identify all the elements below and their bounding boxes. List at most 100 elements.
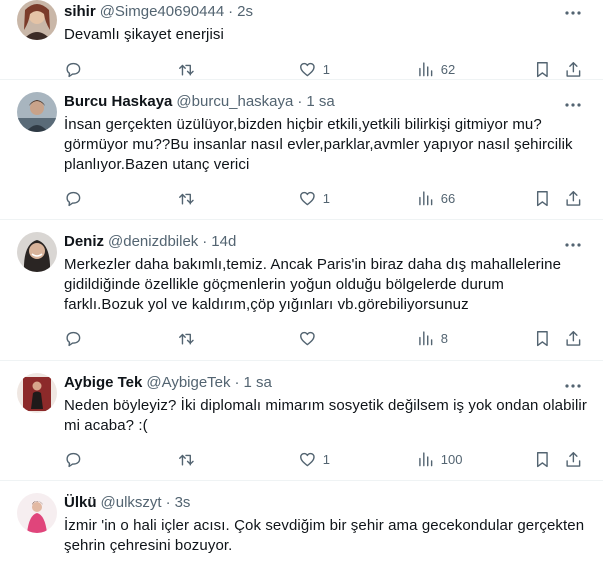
- tweet-actions: 1 100: [64, 449, 587, 469]
- avatar-photo: [17, 92, 57, 132]
- avatar[interactable]: [17, 493, 57, 533]
- like-button[interactable]: 1: [298, 188, 330, 208]
- timestamp[interactable]: 1 sa: [306, 92, 334, 112]
- tweet[interactable]: Deniz @denizdbilek · 14d Merkezler daha …: [0, 220, 603, 361]
- reply-icon: [66, 62, 81, 77]
- tweet-text: İzmir 'in o hali içler acısı. Çok sevdiğ…: [64, 517, 585, 554]
- avatar-photo: [17, 493, 57, 533]
- more-options-icon[interactable]: [563, 235, 583, 255]
- timestamp[interactable]: 2s: [237, 2, 253, 22]
- avatar[interactable]: [17, 0, 57, 40]
- retweet-icon: [179, 64, 194, 76]
- bookmark-button[interactable]: [533, 328, 552, 348]
- heart-icon: [300, 331, 315, 345]
- tweet[interactable]: sihir @Simge40690444 · 2s Devamlı şikaye…: [0, 0, 603, 80]
- retweet-icon: [179, 333, 194, 345]
- bookmark-icon: [536, 451, 548, 467]
- like-count: 1: [322, 61, 330, 77]
- reply-button[interactable]: [64, 188, 83, 208]
- analytics-icon: [419, 62, 433, 76]
- view-count: 8: [440, 330, 448, 346]
- reply-button[interactable]: [64, 59, 83, 79]
- share-icon: [566, 330, 581, 346]
- author-handle[interactable]: @ulkszyt: [101, 493, 162, 513]
- author-name[interactable]: Deniz: [64, 232, 104, 252]
- avatar[interactable]: [17, 92, 57, 132]
- bookmark-icon: [536, 61, 548, 77]
- share-button[interactable]: [564, 328, 583, 348]
- separator-dot: ·: [228, 3, 234, 20]
- more-options-icon[interactable]: [563, 376, 583, 396]
- avatar[interactable]: [17, 232, 57, 272]
- tweet-text: Merkezler daha bakımlı,temiz. Ancak Pari…: [64, 256, 562, 313]
- separator-dot: ·: [297, 93, 303, 110]
- analytics-icon: [419, 331, 433, 345]
- author-name[interactable]: Burcu Haskaya: [64, 92, 172, 112]
- tweet-header: sihir @Simge40690444 · 2s: [64, 2, 587, 22]
- view-count: 62: [440, 61, 456, 77]
- tweet[interactable]: Aybige Tek @AybigeTek · 1 sa Neden böyle…: [0, 361, 603, 481]
- retweet-button[interactable]: [177, 188, 196, 208]
- tweet-actions: 8: [64, 328, 587, 348]
- tweet-header: Deniz @denizdbilek · 14d: [64, 232, 587, 252]
- avatar-photo: [17, 373, 57, 413]
- views-button[interactable]: 100: [416, 449, 462, 469]
- share-button[interactable]: [564, 188, 583, 208]
- reply-button[interactable]: [64, 328, 83, 348]
- heart-icon: [300, 452, 315, 466]
- author-handle[interactable]: @denizdbilek: [108, 232, 198, 252]
- bookmark-button[interactable]: [533, 59, 552, 79]
- reply-button[interactable]: [64, 449, 83, 469]
- retweet-button[interactable]: [177, 59, 196, 79]
- share-icon: [566, 451, 581, 467]
- reply-feed: sihir @Simge40690444 · 2s Devamlı şikaye…: [0, 0, 603, 568]
- author-name[interactable]: Ülkü: [64, 493, 97, 513]
- retweet-button[interactable]: [177, 449, 196, 469]
- share-button[interactable]: [564, 59, 583, 79]
- like-button[interactable]: 1: [298, 59, 330, 79]
- bookmark-button[interactable]: [533, 188, 552, 208]
- views-button[interactable]: 8: [416, 328, 448, 348]
- author-name[interactable]: Aybige Tek: [64, 373, 142, 393]
- like-count: 1: [322, 190, 330, 206]
- tweet[interactable]: Burcu Haskaya @burcu_haskaya · 1 sa İnsa…: [0, 80, 603, 220]
- author-handle[interactable]: @AybigeTek: [146, 373, 230, 393]
- author-handle[interactable]: @burcu_haskaya: [176, 92, 293, 112]
- timestamp[interactable]: 1 sa: [244, 373, 272, 393]
- view-count: 100: [440, 451, 463, 467]
- views-button[interactable]: 66: [416, 188, 455, 208]
- more-options-icon[interactable]: [563, 3, 583, 23]
- share-icon: [566, 61, 581, 77]
- heart-icon: [300, 191, 315, 205]
- avatar[interactable]: [17, 373, 57, 413]
- analytics-icon: [419, 191, 433, 205]
- bookmark-icon: [536, 190, 548, 206]
- share-button[interactable]: [564, 449, 583, 469]
- author-name[interactable]: sihir: [64, 2, 96, 22]
- tweet-text: İnsan gerçekten üzülüyor,bizden hiçbir e…: [64, 116, 573, 173]
- like-button[interactable]: [298, 328, 323, 348]
- share-icon: [566, 190, 581, 206]
- avatar-photo: [17, 0, 57, 40]
- views-button[interactable]: 62: [416, 59, 455, 79]
- separator-dot: ·: [234, 374, 240, 391]
- reply-icon: [66, 191, 81, 206]
- reply-icon: [66, 452, 81, 467]
- analytics-icon: [419, 452, 433, 466]
- tweet-header: Burcu Haskaya @burcu_haskaya · 1 sa: [64, 92, 587, 112]
- tweet[interactable]: Ülkü @ulkszyt · 3s İzmir 'in o hali içle…: [0, 481, 603, 568]
- tweet-header: Aybige Tek @AybigeTek · 1 sa: [64, 373, 587, 393]
- timestamp[interactable]: 14d: [211, 232, 236, 252]
- timestamp[interactable]: 3s: [175, 493, 191, 513]
- separator-dot: ·: [202, 233, 208, 250]
- more-options-icon[interactable]: [563, 95, 583, 115]
- retweet-button[interactable]: [177, 328, 196, 348]
- tweet-text: Neden böyleyiz? İki diplomalı mimarım so…: [64, 397, 587, 434]
- like-button[interactable]: 1: [298, 449, 330, 469]
- author-handle[interactable]: @Simge40690444: [100, 2, 224, 22]
- view-count: 66: [440, 190, 456, 206]
- avatar-photo: [17, 232, 57, 272]
- tweet-header: Ülkü @ulkszyt · 3s: [64, 493, 587, 513]
- reply-icon: [66, 331, 81, 346]
- bookmark-button[interactable]: [533, 449, 552, 469]
